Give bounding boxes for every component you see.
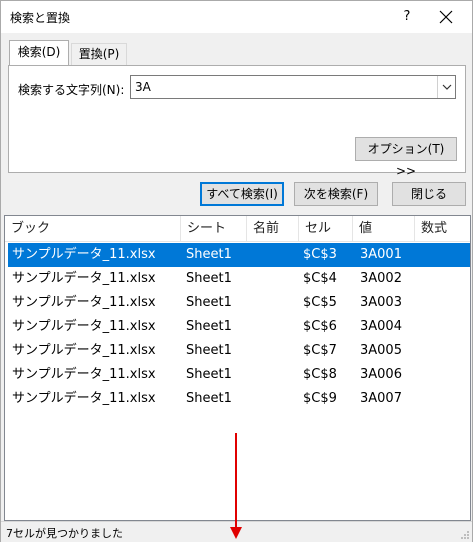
column-header-name[interactable]: 名前 — [247, 216, 299, 242]
chevron-down-icon — [442, 84, 452, 90]
find-what-input[interactable]: 3A — [130, 75, 456, 99]
cell-book: サンプルデータ_11.xlsx — [12, 271, 156, 286]
cell-address: $C$7 — [303, 343, 337, 358]
cell-sheet: Sheet1 — [186, 247, 232, 262]
table-row[interactable]: サンプルデータ_11.xlsx Sheet1 $C$5 3A003 — [8, 291, 470, 315]
cell-address: $C$3 — [303, 247, 337, 262]
cell-book: サンプルデータ_11.xlsx — [12, 367, 156, 382]
find-all-button[interactable]: すべて検索(I) — [200, 182, 284, 206]
cell-sheet: Sheet1 — [186, 319, 232, 334]
cell-value: 3A005 — [360, 343, 402, 358]
cell-value: 3A004 — [360, 319, 402, 334]
column-header-value[interactable]: 値 — [353, 216, 415, 242]
cell-value: 3A001 — [360, 247, 402, 262]
table-row[interactable]: サンプルデータ_11.xlsx Sheet1 $C$3 3A001 — [8, 243, 470, 267]
find-replace-dialog: 検索と置換 ? 検索(D) 置換(P) 検索する文字列(N): 3A オプション… — [0, 0, 473, 542]
resize-grip-icon[interactable] — [460, 530, 470, 540]
table-row[interactable]: サンプルデータ_11.xlsx Sheet1 $C$9 3A007 — [8, 387, 470, 411]
cell-value: 3A003 — [360, 295, 402, 310]
tab-find[interactable]: 検索(D) — [9, 40, 69, 66]
dialog-title: 検索と置換 — [10, 11, 71, 25]
column-header-book[interactable]: ブック — [5, 216, 181, 242]
column-header-cell[interactable]: セル — [299, 216, 353, 242]
cell-address: $C$9 — [303, 391, 337, 406]
results-header: ブック シート 名前 セル 値 数式 — [5, 216, 470, 242]
help-button[interactable]: ? — [396, 5, 418, 29]
cell-value: 3A006 — [360, 367, 402, 382]
cell-book: サンプルデータ_11.xlsx — [12, 343, 156, 358]
options-button[interactable]: オプション(T) >> — [355, 137, 457, 178]
cell-book: サンプルデータ_11.xlsx — [12, 295, 156, 310]
status-text: 7セルが見つかりました — [6, 527, 123, 540]
column-header-formula[interactable]: 数式 — [415, 216, 470, 242]
cell-book: サンプルデータ_11.xlsx — [12, 391, 156, 406]
table-row[interactable]: サンプルデータ_11.xlsx Sheet1 $C$4 3A002 — [8, 267, 470, 291]
close-window-button[interactable] — [431, 4, 461, 30]
cell-sheet: Sheet1 — [186, 367, 232, 382]
title-bar: 検索と置換 ? — [1, 1, 472, 33]
table-row[interactable]: サンプルデータ_11.xlsx Sheet1 $C$6 3A004 — [8, 315, 470, 339]
cell-address: $C$4 — [303, 271, 337, 286]
table-row[interactable]: サンプルデータ_11.xlsx Sheet1 $C$7 3A005 — [8, 339, 470, 363]
tab-replace[interactable]: 置換(P) — [71, 43, 127, 65]
cell-value: 3A007 — [360, 391, 402, 406]
close-icon — [439, 10, 453, 24]
find-what-label: 検索する文字列(N): — [18, 83, 125, 97]
cell-address: $C$8 — [303, 367, 337, 382]
column-header-sheet[interactable]: シート — [181, 216, 247, 242]
cell-address: $C$6 — [303, 319, 337, 334]
close-button[interactable]: 閉じる — [392, 182, 466, 206]
find-history-dropdown[interactable] — [437, 76, 455, 98]
cell-sheet: Sheet1 — [186, 271, 232, 286]
down-arrow-annotation-icon — [230, 433, 242, 539]
cell-sheet: Sheet1 — [186, 295, 232, 310]
table-row[interactable]: サンプルデータ_11.xlsx Sheet1 $C$8 3A006 — [8, 363, 470, 387]
cell-value: 3A002 — [360, 271, 402, 286]
find-panel: 検索する文字列(N): 3A オプション(T) >> — [8, 65, 466, 178]
find-next-button[interactable]: 次を検索(F) — [294, 182, 378, 206]
cell-book: サンプルデータ_11.xlsx — [12, 247, 156, 262]
cell-sheet: Sheet1 — [186, 343, 232, 358]
cell-sheet: Sheet1 — [186, 391, 232, 406]
find-what-value: 3A — [135, 80, 151, 94]
cell-book: サンプルデータ_11.xlsx — [12, 319, 156, 334]
cell-address: $C$5 — [303, 295, 337, 310]
